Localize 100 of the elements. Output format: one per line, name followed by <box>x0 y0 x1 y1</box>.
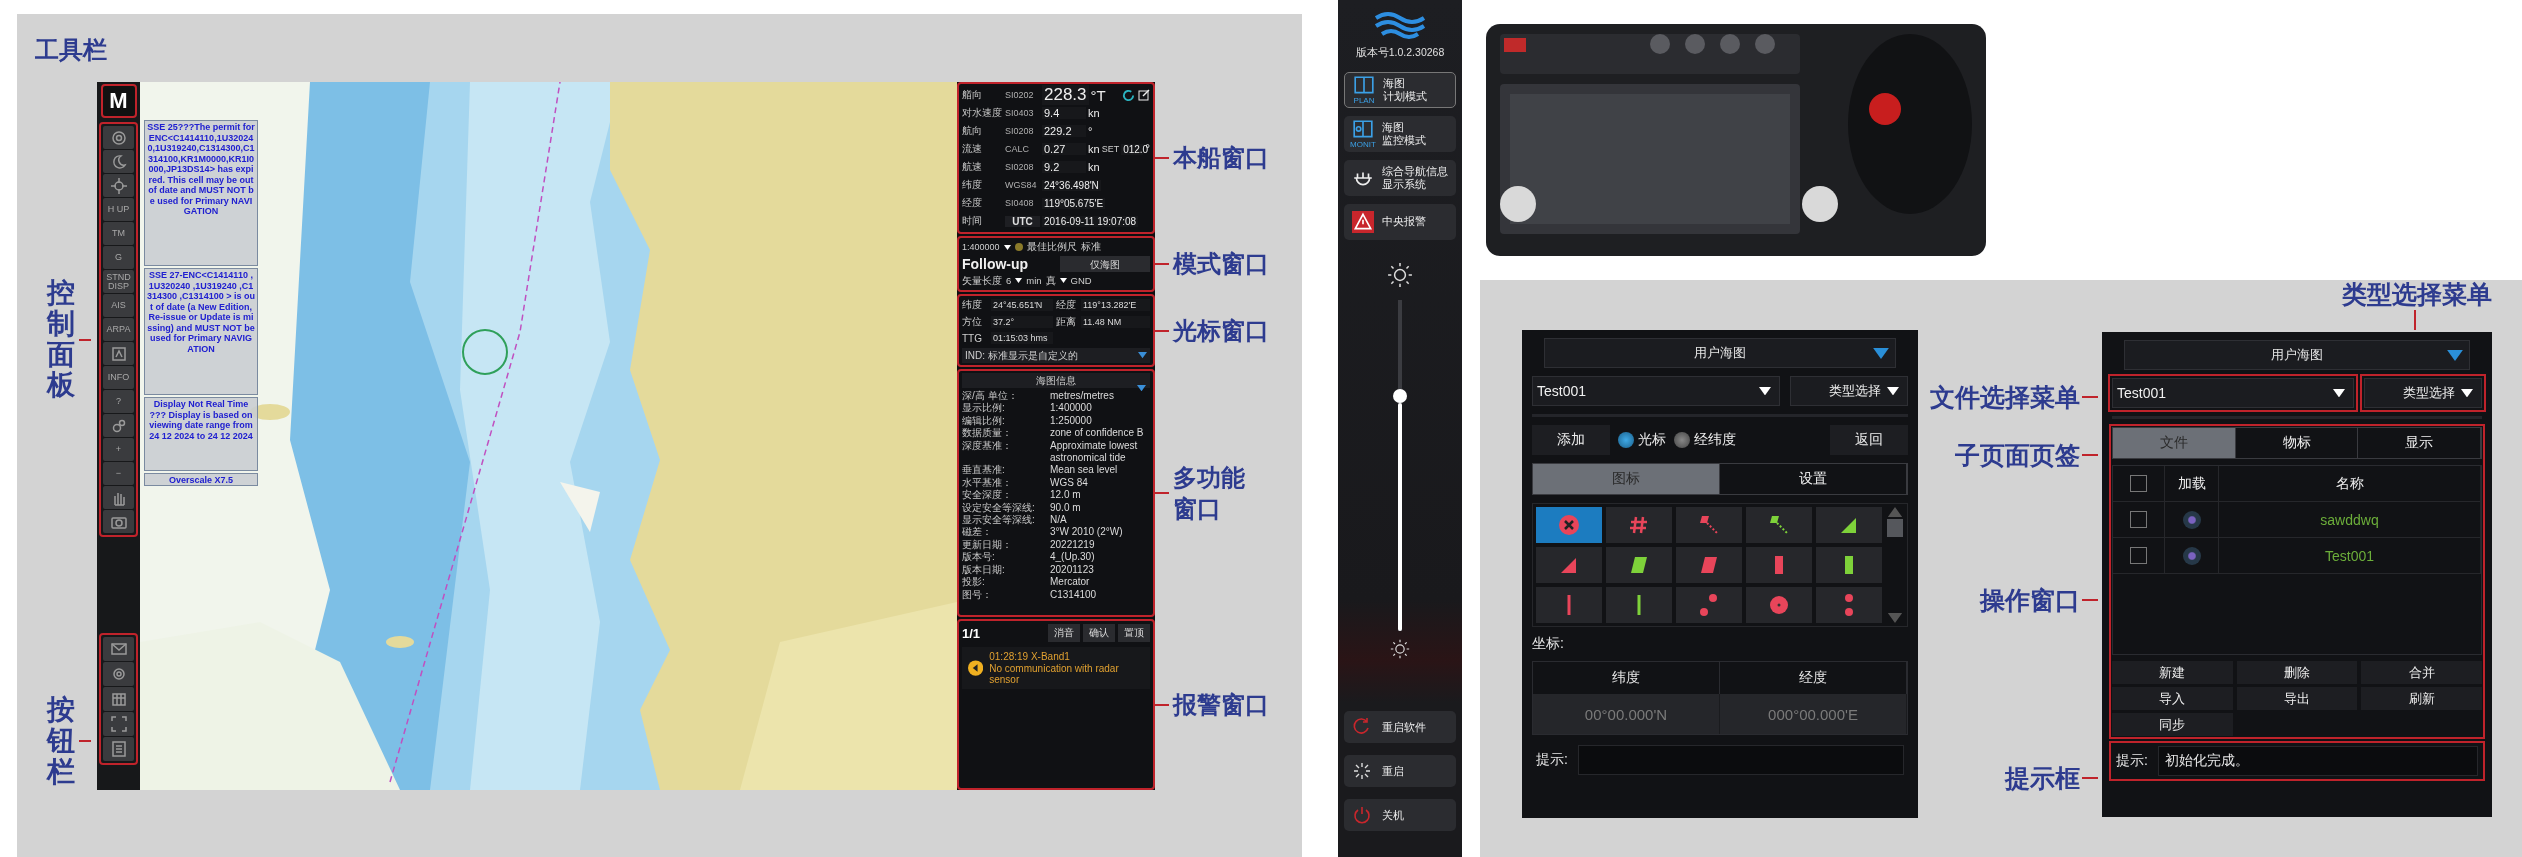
tool-button[interactable] <box>103 637 134 661</box>
power-button[interactable]: 重启 <box>1344 755 1456 787</box>
alarm-button[interactable]: 确认 <box>1083 624 1115 642</box>
symbol-tile[interactable] <box>1746 587 1812 623</box>
map-icon <box>109 344 128 363</box>
symbol-tile[interactable] <box>1816 547 1882 583</box>
mode-button[interactable]: MONIT 海图 监控模式 <box>1344 116 1456 152</box>
field-label: 纬度 <box>962 298 983 312</box>
symbol-tile[interactable] <box>1536 547 1602 583</box>
symbol-tile[interactable] <box>1676 587 1742 623</box>
scroll-up-icon[interactable] <box>1887 507 1903 517</box>
display-dropdown[interactable]: IND: 标准显示是自定义的 <box>962 348 1150 363</box>
action-button[interactable]: 新建 <box>2112 661 2233 684</box>
symbol-tile[interactable] <box>1676 507 1742 543</box>
action-button[interactable]: 删除 <box>2236 661 2358 684</box>
mode-button[interactable]: PLAN 海图 计划模式 <box>1344 72 1456 108</box>
symbol-tile[interactable] <box>1536 507 1602 543</box>
tool-button[interactable]: ? <box>103 390 134 413</box>
symbol-tile[interactable] <box>1816 507 1882 543</box>
tool-button[interactable] <box>103 687 134 711</box>
field-value: 1:400000 <box>1050 402 1093 415</box>
tool-button[interactable] <box>103 712 134 736</box>
power-button[interactable]: 重启软件 <box>1344 711 1456 743</box>
tool-button[interactable] <box>103 737 134 761</box>
restart-icon <box>1352 717 1372 737</box>
checkbox[interactable] <box>2130 475 2147 492</box>
mode-button[interactable]: 中央报警 <box>1344 204 1456 240</box>
chart-only-button[interactable]: 仅海图 <box>1060 256 1150 272</box>
tool-button[interactable] <box>103 150 134 173</box>
annotation-label: 模式窗口 <box>1173 250 1269 278</box>
button-label: 综合导航信息 显示系统 <box>1382 164 1448 192</box>
envelope-icon <box>109 640 128 658</box>
radio-dot[interactable] <box>1674 432 1690 448</box>
tool-button[interactable]: INFO <box>103 366 134 389</box>
alarm-item[interactable]: 01:28:19 X-Band1 No communication with radar sensor <box>962 647 1150 689</box>
menu-button[interactable]: M <box>100 84 137 118</box>
source-label: SI0408 <box>1005 198 1035 208</box>
caret-icon <box>1138 352 1147 359</box>
checkbox[interactable] <box>2130 547 2147 564</box>
tool-button[interactable] <box>103 414 134 437</box>
book-icon <box>109 740 128 758</box>
bar-icon <box>1567 595 1571 615</box>
symbol-tile[interactable] <box>1816 587 1882 623</box>
annotation-label: 本船窗口 <box>1173 144 1269 172</box>
symbol-tile[interactable] <box>1746 547 1812 583</box>
caret-icon <box>1759 386 1771 396</box>
action-button[interactable]: 刷新 <box>2361 687 2482 710</box>
tool-button[interactable]: AIS <box>103 294 134 317</box>
power-button[interactable]: 关机 <box>1344 799 1456 831</box>
alarm-button[interactable]: 消音 <box>1048 624 1080 642</box>
action-button[interactable]: 合并 <box>2361 661 2482 684</box>
alarm-button[interactable]: 置顶 <box>1118 624 1150 642</box>
fullscreen-icon <box>109 715 128 733</box>
action-button[interactable]: 同步 <box>2112 713 2233 736</box>
load-indicator[interactable] <box>2182 546 2201 565</box>
tool-button[interactable]: G <box>103 246 134 269</box>
symbol-tile[interactable] <box>1606 587 1672 623</box>
caret-icon <box>1059 278 1067 284</box>
tool-button[interactable] <box>103 662 134 686</box>
radio-dot[interactable] <box>1618 432 1634 448</box>
tool-button[interactable] <box>103 174 134 197</box>
annotation-label: 控制面板 <box>47 278 75 402</box>
type-dropdown[interactable]: 类型选择 <box>1790 376 1908 406</box>
tool-button[interactable] <box>103 126 134 149</box>
tool-button[interactable]: STND DISP <box>103 270 134 293</box>
radio-option[interactable]: 光标 <box>1618 431 1666 449</box>
scrollbar-thumb[interactable] <box>1887 519 1903 537</box>
mode-button[interactable]: 综合导航信息 显示系统 <box>1344 160 1456 196</box>
checkbox[interactable] <box>2130 511 2147 528</box>
source-label: CALC <box>1005 144 1030 154</box>
symbol-tile[interactable] <box>1746 507 1812 543</box>
tool-button[interactable] <box>103 486 134 509</box>
column-header: 名称 <box>2335 474 2364 493</box>
add-button[interactable]: 添加 <box>1532 425 1610 455</box>
tool-button[interactable]: ARPA <box>103 318 134 341</box>
chart-dropdown[interactable]: 用户海图 <box>2124 340 2470 370</box>
radio-option[interactable]: 经纬度 <box>1674 431 1736 449</box>
action-button[interactable]: 导出 <box>2236 687 2358 710</box>
tool-button[interactable]: + <box>103 438 134 461</box>
unit-label: kn <box>1088 161 1100 173</box>
info-dropdown[interactable]: 海图信息 <box>962 373 1150 388</box>
tool-button[interactable] <box>103 510 134 533</box>
tool-button[interactable]: H UP <box>103 198 134 221</box>
table-cell: 000°00.000'E <box>1720 694 1907 734</box>
symbol-tile[interactable] <box>1676 547 1742 583</box>
symbol-tile[interactable] <box>1606 507 1672 543</box>
slider-thumb[interactable] <box>1393 389 1407 403</box>
action-button[interactable]: 导入 <box>2112 687 2233 710</box>
file-dropdown[interactable]: Test001 <box>1532 376 1780 406</box>
field-value: 11.48 NM <box>1081 316 1150 328</box>
tool-button[interactable] <box>103 342 134 365</box>
chart-dropdown[interactable]: 用户海图 <box>1544 338 1896 368</box>
tool-button[interactable]: TM <box>103 222 134 245</box>
tool-button[interactable]: − <box>103 462 134 485</box>
scroll-down-icon[interactable] <box>1887 613 1903 623</box>
symbol-tile[interactable] <box>1606 547 1672 583</box>
back-button[interactable]: 返回 <box>1830 425 1908 455</box>
symbol-tile[interactable] <box>1536 587 1602 623</box>
load-indicator[interactable] <box>2182 510 2201 529</box>
logo-icon <box>1372 10 1428 40</box>
